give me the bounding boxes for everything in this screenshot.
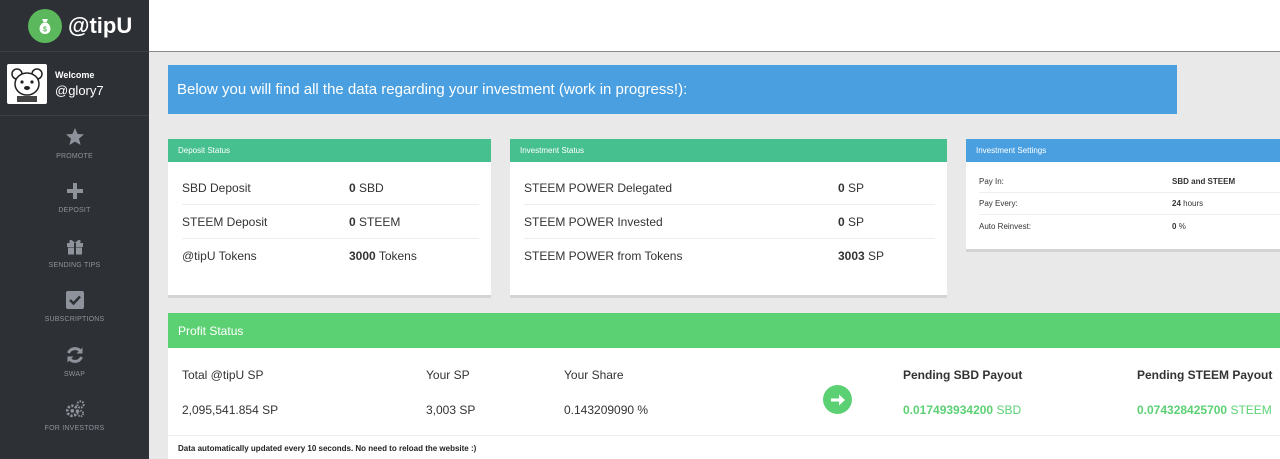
pending-sbd-label: Pending SBD Payout (903, 368, 1023, 382)
row-value: 3000 (349, 249, 376, 263)
your-share-label: Your Share (564, 368, 624, 382)
row-value: SBD and STEEM (1172, 177, 1236, 186)
row-label: Auto Reinvest: (979, 221, 1032, 231)
gears-icon (65, 399, 85, 419)
nav-label: PROMOTE (56, 152, 93, 160)
welcome-label: Welcome (55, 69, 95, 80)
row-unit: SP (848, 180, 865, 195)
panel-title: Profit Status (168, 313, 1280, 348)
banner-text: Below you will find all the data regardi… (177, 81, 688, 98)
nav-deposit[interactable]: DEPOSIT (0, 171, 149, 226)
row-label: SBD Deposit (182, 180, 251, 195)
pending-steem-value: 0.074328425700 STEEM (1137, 403, 1272, 417)
row-unit: SP (848, 214, 865, 229)
nav-label: SENDING TIPS (48, 261, 101, 269)
nav-label: DEPOSIT (58, 207, 91, 215)
panel-title: Deposit Status (168, 139, 491, 162)
row-value: 0 (838, 180, 845, 195)
table-row: Auto Reinvest: 0 % (979, 215, 1280, 237)
table-row: STEEM Deposit 0 STEEM (182, 205, 479, 239)
table-row: STEEM POWER Invested 0 SP (524, 205, 935, 239)
pending-steem-label: Pending STEEM Payout (1137, 368, 1273, 382)
row-unit: Tokens (378, 249, 417, 263)
total-sp-value: 2,095,541.854 SP (182, 403, 279, 417)
sidebar: $ @tipU Welcome @glory7 PROMOTE DEPOSIT … (0, 0, 149, 459)
pending-sbd-value: 0.017493934200 SBD (903, 403, 1022, 417)
row-label: @tipU Tokens (182, 249, 257, 263)
refresh-icon (65, 345, 85, 365)
row-value: 0 (349, 214, 356, 229)
table-row: STEEM POWER Delegated 0 SP (524, 171, 935, 205)
row-label: Pay Every: (979, 199, 1018, 208)
table-row: @tipU Tokens 3000 Tokens (182, 239, 479, 273)
nav-subscriptions[interactable]: SUBSCRIPTIONS (0, 280, 149, 335)
nav-label: FOR INVESTORS (44, 425, 105, 433)
profit-status-panel: Profit Status Total @tipU SP 2,095,541.8… (168, 313, 1280, 459)
nav-label: SUBSCRIPTIONS (44, 316, 105, 324)
row-unit: STEEM (359, 214, 401, 229)
nav-for-investors[interactable]: FOR INVESTORS (0, 389, 149, 444)
investment-settings-panel: Investment Settings Pay In: SBD and STEE… (966, 139, 1280, 252)
bear-avatar[interactable] (7, 63, 47, 104)
row-label: Pay In: (979, 177, 1004, 186)
plus-icon (65, 181, 85, 201)
row-value: 3003 (838, 249, 865, 263)
row-unit: SBD (359, 180, 384, 195)
arrow-right-icon (823, 385, 852, 414)
gift-icon (65, 236, 85, 256)
svg-text:$: $ (43, 26, 47, 33)
table-row: SBD Deposit 0 SBD (182, 171, 479, 205)
row-unit: % (1178, 221, 1186, 231)
your-sp-value: 3,003 SP (426, 403, 476, 417)
deposit-status-panel: Deposit Status SBD Deposit 0 SBD STEEM D… (168, 139, 491, 298)
row-value: 0 (838, 214, 845, 229)
your-sp-label: Your SP (426, 368, 470, 382)
table-row: Pay Every: 24 hours (979, 193, 1280, 215)
nav-swap[interactable]: SWAP (0, 334, 149, 389)
checkbox-icon (65, 290, 85, 310)
total-sp-label: Total @tipU SP (182, 368, 264, 382)
brand[interactable]: $ @tipU (0, 0, 149, 52)
top-bar (149, 0, 1280, 52)
username: @glory7 (55, 82, 104, 98)
row-unit: SP (868, 249, 885, 263)
brand-name: @tipU (68, 12, 133, 38)
table-row: Pay In: SBD and STEEM (979, 171, 1280, 193)
star-icon (65, 127, 85, 147)
row-label: STEEM Deposit (182, 214, 268, 229)
update-note: Data automatically updated every 10 seco… (178, 444, 477, 453)
nav-sending-tips[interactable]: SENDING TIPS (0, 225, 149, 280)
row-label: STEEM POWER Invested (524, 214, 663, 229)
row-unit: hours (1183, 199, 1204, 208)
row-label: STEEM POWER Delegated (524, 180, 673, 195)
panel-title: Investment Settings (966, 139, 1280, 162)
info-banner: Below you will find all the data regardi… (168, 65, 1177, 114)
your-share-value: 0.143209090 % (564, 403, 649, 417)
row-value: 0 (349, 180, 356, 195)
nav-label: SWAP (63, 370, 86, 378)
panel-title: Investment Status (510, 139, 947, 162)
nav-promote[interactable]: PROMOTE (0, 116, 149, 171)
row-label: STEEM POWER from Tokens (524, 249, 683, 263)
row-value: 24 (1172, 199, 1181, 208)
row-value: 0 (1172, 221, 1177, 231)
money-bag-icon: $ (28, 8, 62, 43)
user-panel: Welcome @glory7 (0, 52, 149, 116)
investment-status-panel: Investment Status STEEM POWER Delegated … (510, 139, 947, 298)
table-row: STEEM POWER from Tokens 3003 SP (524, 239, 935, 273)
